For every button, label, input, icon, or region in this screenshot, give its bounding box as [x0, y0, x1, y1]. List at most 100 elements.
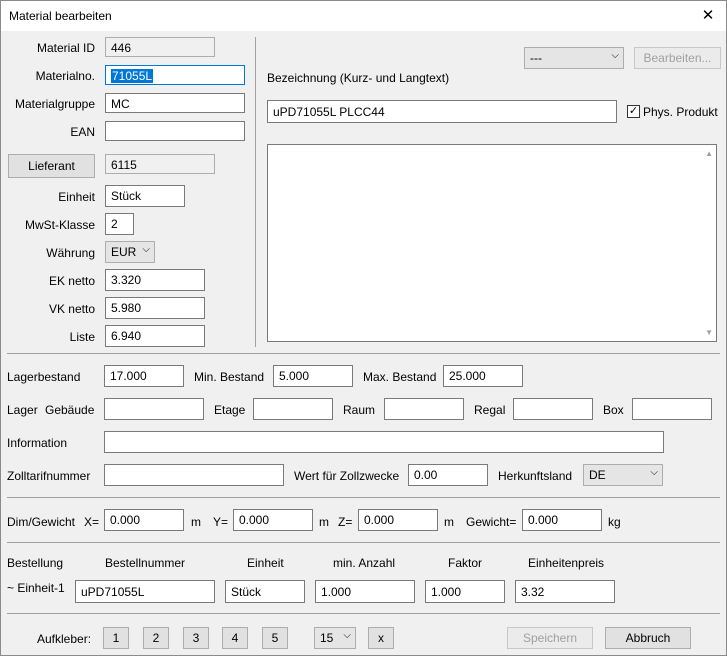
- raum-field[interactable]: [384, 398, 464, 420]
- zolltarif-field[interactable]: [104, 464, 284, 486]
- divider: [7, 613, 720, 614]
- waehrung-label: Währung: [46, 246, 95, 260]
- dim-y-unit: m: [319, 515, 329, 529]
- window-title: Material bearbeiten: [9, 9, 112, 23]
- x-button[interactable]: x: [368, 627, 394, 649]
- chevron-down-icon: ⌵: [343, 630, 351, 641]
- aufkleber-button-2[interactable]: 2: [143, 627, 169, 649]
- dim-y-label: Y=: [213, 515, 229, 529]
- aufkleber-button-1[interactable]: 1: [103, 627, 129, 649]
- material-nr-label: Materialno.: [35, 69, 95, 83]
- liste-field[interactable]: 6.940: [105, 325, 205, 347]
- einheit-field[interactable]: Stück: [105, 185, 185, 207]
- col-faktor: Faktor: [448, 556, 483, 570]
- bestell-einheit-field[interactable]: Stück: [225, 580, 305, 603]
- scroll-up-icon[interactable]: ▲: [705, 149, 713, 158]
- gebaeude-field[interactable]: [104, 398, 204, 420]
- divider: [7, 353, 720, 354]
- lagerbestand-field[interactable]: 17.000: [104, 365, 184, 387]
- liste-label: Liste: [69, 330, 95, 344]
- chevron-down-icon: ⌵: [611, 50, 619, 61]
- waehrung-select[interactable]: EUR ⌵: [105, 241, 155, 263]
- min-bestand-field[interactable]: 5.000: [273, 365, 353, 387]
- bestellnummer-field[interactable]: uPD71055L: [75, 580, 215, 603]
- herkunft-label: Herkunftsland: [498, 469, 573, 483]
- abbruch-button[interactable]: Abbruch: [605, 627, 691, 649]
- mwst-field[interactable]: 2: [105, 213, 134, 235]
- col-min-anzahl: min. Anzahl: [333, 556, 396, 570]
- column-divider: [255, 37, 256, 347]
- etage-field[interactable]: [253, 398, 333, 420]
- min-bestand-label: Min. Bestand: [194, 370, 265, 384]
- bezeichnung-field[interactable]: uPD71055L PLCC44: [267, 100, 617, 123]
- materialgruppe-field[interactable]: MC: [105, 93, 245, 113]
- title-bar: Material bearbeiten ✕: [1, 1, 726, 31]
- dim-x-unit: m: [191, 515, 201, 529]
- col-bestellnummer: Bestellnummer: [105, 556, 186, 570]
- material-dialog: Material bearbeiten ✕ Material ID 446 Ma…: [0, 0, 727, 656]
- material-id-field: 446: [105, 37, 215, 57]
- box-field[interactable]: [632, 398, 712, 420]
- gewicht-unit: kg: [608, 515, 621, 529]
- lager-label: Lager: [7, 403, 38, 417]
- dim-z-field[interactable]: 0.000: [358, 509, 438, 531]
- aufkleber-button-3[interactable]: 3: [183, 627, 209, 649]
- material-nr-field[interactable]: 71055L: [105, 65, 245, 85]
- vk-field[interactable]: 5.980: [105, 297, 205, 319]
- zolltarif-label: Zolltarifnummer: [7, 469, 91, 483]
- close-icon[interactable]: ✕: [690, 1, 726, 31]
- ean-field[interactable]: [105, 121, 245, 141]
- box-label: Box: [603, 403, 624, 417]
- material-nr-selected-text: 71055L: [111, 69, 154, 83]
- ek-label: EK netto: [48, 274, 95, 288]
- dim-z-unit: m: [444, 515, 454, 529]
- gebaeude-label: Gebäude: [45, 403, 95, 417]
- aufkleber-button-4[interactable]: 4: [222, 627, 248, 649]
- phys-produkt-checkbox[interactable]: ✓: [627, 105, 640, 118]
- ek-field[interactable]: 3.320: [105, 269, 205, 291]
- bezeichnung-label: Bezeichnung (Kurz- und Langtext): [267, 71, 450, 85]
- dim-y-field[interactable]: 0.000: [233, 509, 313, 531]
- chevron-down-icon: ⌵: [650, 467, 658, 478]
- vk-label: VK netto: [48, 302, 95, 316]
- phys-produkt-label: Phys. Produkt: [643, 105, 718, 119]
- herkunft-value: DE: [589, 468, 606, 482]
- bearbeiten-button[interactable]: Bearbeiten...: [634, 47, 721, 69]
- aufkleber-button-5[interactable]: 5: [262, 627, 288, 649]
- zollwert-field[interactable]: 0.00: [408, 464, 488, 486]
- regal-field[interactable]: [513, 398, 593, 420]
- regal-label: Regal: [474, 403, 506, 417]
- herkunft-select[interactable]: DE ⌵: [583, 464, 663, 486]
- langtext-area[interactable]: ▲ ▼: [267, 144, 717, 342]
- count-select[interactable]: 15 ⌵: [314, 627, 356, 649]
- materialgruppe-label: Materialgruppe: [14, 97, 95, 111]
- speichern-button[interactable]: Speichern: [507, 627, 593, 649]
- dim-x-field[interactable]: 0.000: [104, 509, 184, 531]
- dim-z-label: Z=: [338, 515, 353, 529]
- lieferant-field: 6115: [105, 154, 215, 174]
- col-einheit: Einheit: [247, 556, 284, 570]
- lieferant-button[interactable]: Lieferant: [8, 154, 95, 178]
- mwst-label: MwSt-Klasse: [24, 218, 95, 232]
- divider: [7, 542, 720, 543]
- col-einheitenpreis: Einheitenpreis: [528, 556, 605, 570]
- gewicht-label: Gewicht=: [466, 515, 517, 529]
- text-select[interactable]: --- ⌵: [524, 47, 624, 69]
- faktor-field[interactable]: 1.000: [425, 580, 505, 603]
- max-bestand-field[interactable]: 25.000: [443, 365, 523, 387]
- dim-x-label: X=: [84, 515, 100, 529]
- divider: [7, 497, 720, 498]
- einheit-label: Einheit: [58, 190, 95, 204]
- bestellung-label: Bestellung: [7, 556, 64, 570]
- max-bestand-label: Max. Bestand: [363, 370, 437, 384]
- raum-label: Raum: [343, 403, 376, 417]
- text-select-value: ---: [530, 51, 542, 65]
- etage-label: Etage: [214, 403, 246, 417]
- information-field[interactable]: [104, 431, 664, 453]
- einheitenpreis-field[interactable]: 3.32: [515, 580, 615, 603]
- einheit-row-label: ~ Einheit-1: [7, 581, 65, 595]
- min-anzahl-field[interactable]: 1.000: [315, 580, 415, 603]
- scroll-down-icon[interactable]: ▼: [705, 328, 713, 337]
- zollwert-label: Wert für Zollzwecke: [294, 469, 400, 483]
- gewicht-field[interactable]: 0.000: [522, 509, 602, 531]
